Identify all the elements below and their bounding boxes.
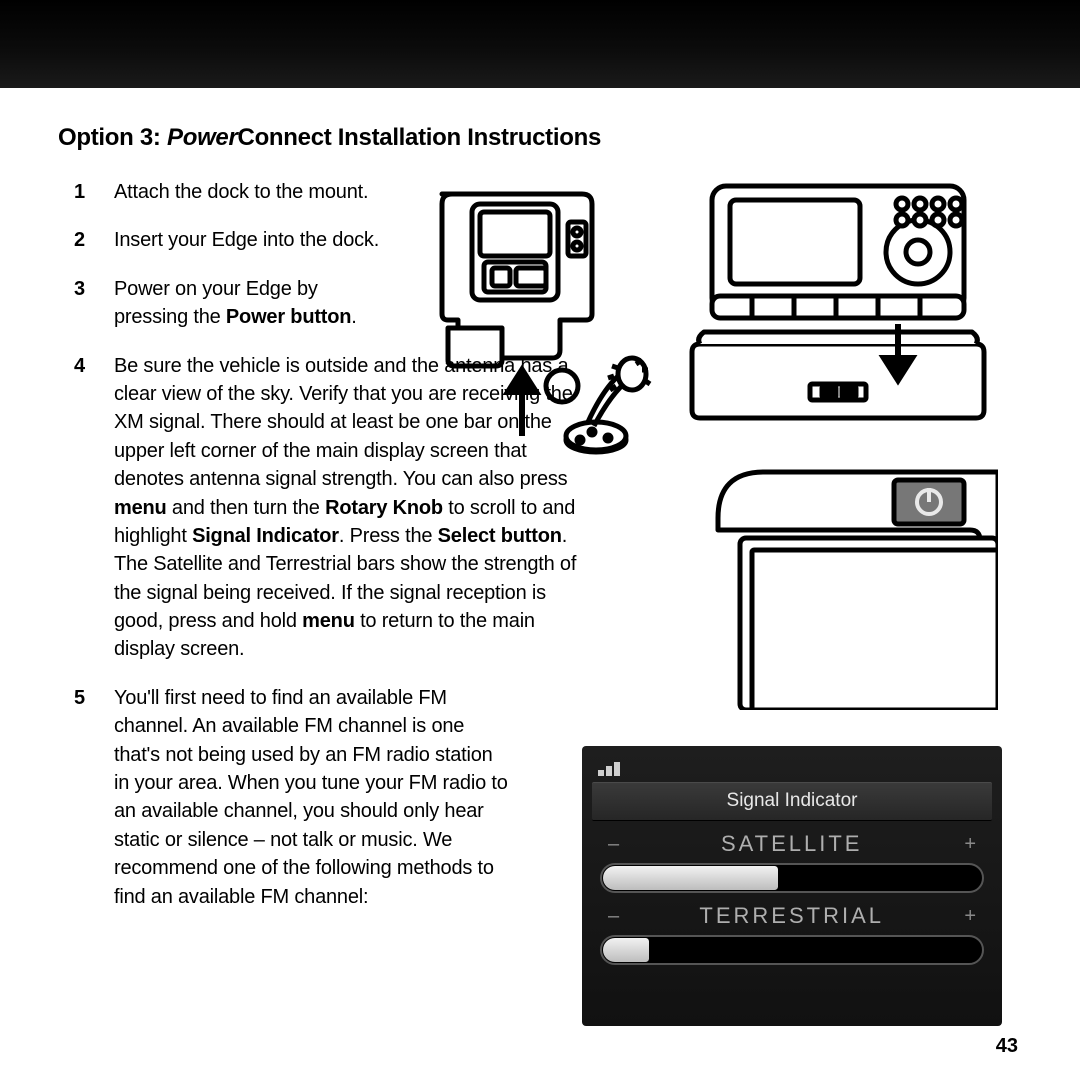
satellite-section: – SATELLITE + [592,829,992,893]
step-3-number: 3 [74,275,85,303]
terrestrial-section: – TERRESTRIAL + [592,901,992,965]
step-3-text: Power on your Edge by pressing the Power… [114,278,357,328]
step-1-number: 1 [74,178,85,206]
step-1: 1 Attach the dock to the mount. [52,178,392,206]
terrestrial-plus: + [964,905,976,928]
manual-page: Option 3: PowerConnect Installation Inst… [0,88,1080,1080]
satellite-bar-track [600,863,984,893]
device-in-dock-illustration [682,178,992,438]
section-heading: Option 3: PowerConnect Installation Inst… [58,124,1028,152]
satellite-bar-fill [603,866,778,890]
terrestrial-bar-fill [603,938,649,962]
terrestrial-label: TERRESTRIAL [699,903,884,929]
heading-product-italic: Power [167,124,238,151]
step-5: 5 You'll first need to find an available… [52,684,512,911]
step-3: 3 Power on your Edge by pressing the Pow… [52,275,392,332]
step-2: 2 Insert your Edge into the dock. [52,226,392,254]
signal-panel-title: Signal Indicator [592,782,992,821]
satellite-plus: + [964,833,976,856]
terrestrial-bar-track [600,935,984,965]
heading-prefix: Option 3: [58,124,167,151]
step-1-text: Attach the dock to the mount. [114,181,368,203]
signal-bars-icon [592,756,992,776]
top-black-bar [0,0,1080,88]
step-2-text: Insert your Edge into the dock. [114,229,379,251]
step-4-text: Be sure the vehicle is outside and the a… [114,355,576,661]
satellite-label: SATELLITE [721,831,863,857]
signal-indicator-screen: Signal Indicator – SATELLITE + – TERREST… [582,746,1002,1026]
step-5-number: 5 [74,684,85,712]
step-4: 4 Be sure the vehicle is outside and the… [52,352,592,664]
content-area: Signal Indicator – SATELLITE + – TERREST… [52,178,1028,911]
step-4-number: 4 [74,352,85,380]
satellite-minus: – [608,833,619,856]
step-2-number: 2 [74,226,85,254]
device-power-corner-illustration [712,466,998,710]
page-number: 43 [996,1035,1018,1058]
step-5-text: You'll first need to find an available F… [114,687,508,908]
terrestrial-minus: – [608,905,619,928]
heading-product-rest: Connect Installation Instructions [238,124,601,151]
